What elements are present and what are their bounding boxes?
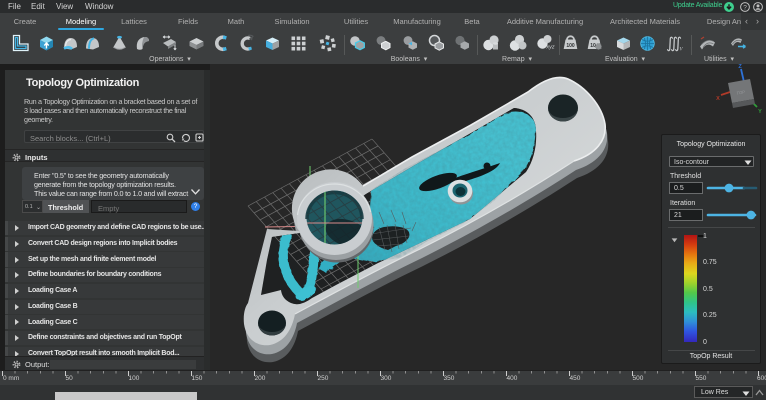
svg-text:100: 100: [566, 43, 575, 49]
svg-text:Y: Y: [758, 109, 762, 115]
svg-text:xyz: xyz: [545, 45, 555, 51]
svg-text:10: 10: [590, 43, 596, 49]
svg-text:V: V: [679, 48, 683, 53]
svg-text:?: ?: [743, 4, 747, 11]
svg-text:X: X: [716, 96, 720, 102]
